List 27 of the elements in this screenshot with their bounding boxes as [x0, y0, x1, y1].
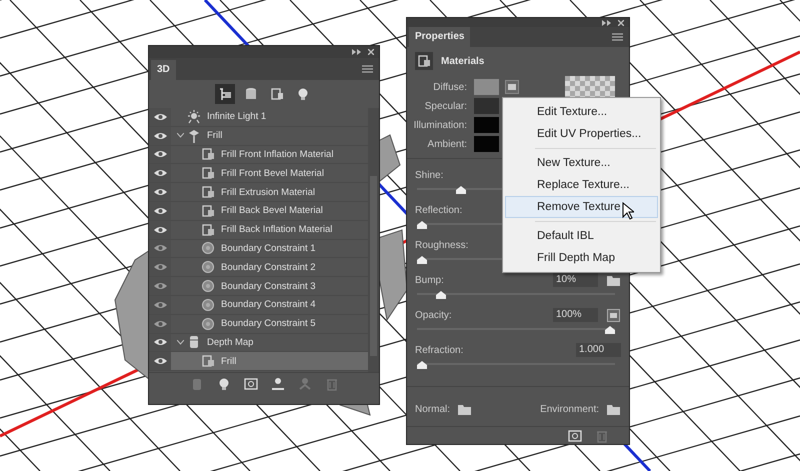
property-label: Specular:: [424, 100, 467, 112]
layer-name: Boundary Constraint 5: [221, 318, 316, 330]
layer-name: Boundary Constraint 1: [221, 242, 316, 254]
layer-name: Frill Front Inflation Material: [221, 148, 334, 160]
layer-name: Frill: [207, 130, 222, 142]
layer-name: Frill Back Bevel Material: [221, 205, 323, 216]
property-label: Opacity:: [415, 310, 452, 321]
property-label: Bump:: [415, 274, 444, 286]
layer-name: Infinite Light 1: [207, 111, 266, 122]
layer-name: Frill Front Bevel Material: [221, 168, 324, 179]
section-title: Materials: [441, 56, 484, 67]
property-label: Normal:: [415, 404, 450, 415]
property-label: Refraction:: [415, 344, 464, 356]
property-label: Reflection:: [415, 204, 462, 216]
property-label: Environment:: [540, 404, 599, 415]
layer-name: Boundary Constraint 4: [221, 299, 316, 310]
layer-name: Frill Extrusion Material: [221, 186, 315, 198]
property-label: Roughness:: [415, 240, 468, 251]
layer-name: Depth Map: [207, 336, 254, 348]
property-label: Shine:: [415, 170, 444, 181]
property-label: Ambient:: [426, 138, 467, 150]
property-label: Illumination:: [412, 120, 467, 131]
property-label: Diffuse:: [432, 82, 467, 93]
layer-name: Frill Back Inflation Material: [221, 224, 332, 236]
layer-name: Frill: [221, 356, 236, 367]
layer-name: Boundary Constraint 3: [221, 280, 316, 292]
layer-name: Boundary Constraint 2: [221, 262, 316, 273]
